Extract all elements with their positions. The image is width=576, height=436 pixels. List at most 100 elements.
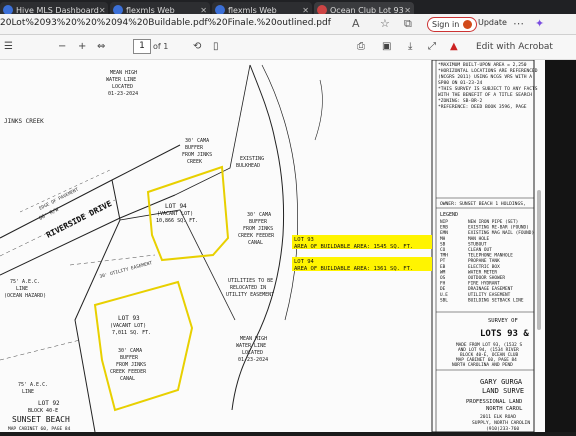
pdf-document: LOT 93 AREA OF BUILDABLE AREA: 1545 SQ. … [0,59,576,433]
mhw-low-3: 01-23-2024 [238,357,268,363]
zoom-out-icon[interactable]: − [58,41,66,52]
cama-mid-0: 30' CAMA [247,212,271,218]
cama-low-3: CREEK FEEDER [110,369,147,375]
legend-desc: MAN HOLE [468,236,490,242]
aec-low-1: LINE [22,389,34,395]
legend-code: WM [440,269,446,275]
lot94-0: LOT 94 [165,203,187,210]
util-easement-label: 30' UTILITY EASEMENT [99,260,153,280]
legend-code: ERB [440,225,448,231]
note-5: WITH THE BENEFIT OF A TITLE SEARCH [438,92,532,98]
cama-low-0: 30' CAMA [118,348,142,354]
owner-label: OWNER: SUNSET BEACH 1 HOLDINGS, [440,201,526,207]
outline-icon[interactable]: ☰ [4,41,13,52]
url-field[interactable]: 20Lot%2093%20%20%2094%20Buildable.pdf%20… [0,18,331,28]
aec-low-0: 75' A.E.C. [18,382,48,388]
sign-in-button[interactable]: Sign in [427,17,478,32]
mhw-low-2: LOCATED [242,350,263,356]
lot93-2: 7,011 SQ. FT. [112,330,151,336]
save-icon[interactable]: ▣ [382,41,391,52]
legend-code: EMN [440,230,448,236]
made-from-4: NORTH CAROLINA AND PEND [452,362,513,368]
callout-93-line2: AREA OF BUILDABLE AREA: 1545 SQ. FT. [294,244,413,250]
note-1: *HORIZONTAL LOCATIONS ARE REFERENCED [438,68,538,74]
legend-desc: ELECTRIC BOX [468,264,500,270]
cama-top-0: 30' CAMA [185,138,209,144]
note-3: SP80 ON 01-23-24 [438,80,482,86]
more-icon[interactable]: ⋯ [513,17,524,30]
print-icon[interactable]: ⎙ [357,41,365,52]
legend-code: SB [440,241,446,247]
note-2: (NCGRS 2011) USING NCGS VRS WITH A [438,74,532,80]
cama-mid-3: CREEK FEEDER [238,233,275,239]
mhw-low-0: MEAN HIGH [240,336,267,342]
cama-low-4: CANAL [120,376,135,382]
lot93-0: LOT 93 [118,315,140,322]
surveyor-0: GARY GURGA [480,378,523,386]
legend-code: OS [440,275,446,281]
legend-code: FH [440,281,446,287]
rotate-icon[interactable]: ⟲ [193,41,201,52]
address-bar: 20Lot%2093%20%20%2094%20Buildable.pdf%20… [0,14,576,35]
lot93-1: (VACANT LOT) [110,323,146,329]
save-as-icon[interactable]: ⤓ [408,41,412,52]
two-page-icon[interactable]: ▯ [213,41,219,52]
mhw-top-1: WATER LINE [106,77,136,83]
callout-93-line1: LOT 93 [294,237,314,243]
edit-with-acrobat-button[interactable]: Edit with Acrobat [476,42,553,52]
legend-code: EB [440,264,446,270]
fullscreen-icon[interactable]: ⤢ [428,41,436,52]
mhw-top-2: LOCATED [112,84,133,90]
legend-desc: CLEAN OUT [468,247,492,253]
lot92-0: LOT 92 [38,400,60,407]
aec-top-1: LINE [16,286,28,292]
legend-code: PT [440,258,446,264]
fit-page-icon[interactable]: ⇔ [97,41,105,52]
update-button[interactable]: Update [478,18,507,27]
lots-title: LOTS 93 & [480,329,529,339]
cama-top-1: BUFFER [185,145,204,151]
cama-low-2: FROM JINKS [116,362,146,368]
page-number-input[interactable]: 1 [133,39,151,54]
legend-desc: NEW IRON PIPE (SET) [468,219,518,225]
legend-code: MH [440,236,446,242]
zoom-in-icon[interactable]: + [78,41,86,52]
legend-desc: FIRE HYDRANT [468,281,500,287]
bulkhead-0: EXISTING [240,156,264,162]
lot92-2: MAP CABINET 60, PAGE 84 [8,426,71,432]
surveyor-addr-1: SUPPLY, NORTH CAROLIN [472,420,530,426]
legend-code: NIP [440,219,448,225]
favorite-star-icon[interactable]: ☆ [380,17,390,30]
surveyor-addr-2: (910)233-760 [486,426,519,432]
lot-93-buildable-area [93,280,194,412]
avatar [463,20,473,29]
legend-desc: UTILITY EASEMENT [468,292,511,298]
legend-list: NIP NEW IRON PIPE (SET) ERB EXISTING RE-BAR… [440,219,534,303]
survey-map: LOT 93 AREA OF BUILDABLE AREA: 1545 SQ. … [0,59,538,433]
riverside-drive-label: RIVERSIDE DRIVE [45,199,114,240]
cama-mid-4: CANAL [248,240,263,246]
legend-desc: WATER METER [468,269,497,275]
mhw-top-0: MEAN HIGH [110,70,137,76]
mhw-top-3: 01-23-2024 [108,91,138,97]
sunset-beach-label: SUNSET BEACH [12,415,70,424]
cama-top-3: CREEK [187,159,202,165]
surveyor-addr-0: 2011 ELK ROAD [480,414,516,420]
legend-code: U.E [440,292,448,298]
bulkhead-1: BULKHEAD [236,163,260,169]
note-7: *REFERENCE: DEED BOOK 3596, PAGE [438,104,527,110]
legend-title: LEGEND [440,212,458,218]
scrollbar-thumb[interactable] [537,190,541,330]
lot94-1: (VACANT LOT) [157,211,193,217]
copilot-icon[interactable]: ✦ [535,17,544,30]
lot92-1: BLOCK 40-E [28,408,58,414]
utilities-2: UTILITY EASEMENT [226,292,274,298]
surveyor-2: PROFESSIONAL LAND [466,399,522,405]
collections-icon[interactable]: ⧉ [404,17,412,31]
lot94-2: 10,866 SQ. FT. [156,218,198,224]
note-4: *THIS SURVEY IS SUBJECT TO ANY FACTS [438,86,538,92]
legend-desc: STUBOUT [468,241,487,247]
read-aloud-icon[interactable]: A [352,17,360,30]
cama-mid-2: FROM JINKS [243,226,273,232]
legend-desc: DRAINAGE EASEMENT [468,286,513,292]
